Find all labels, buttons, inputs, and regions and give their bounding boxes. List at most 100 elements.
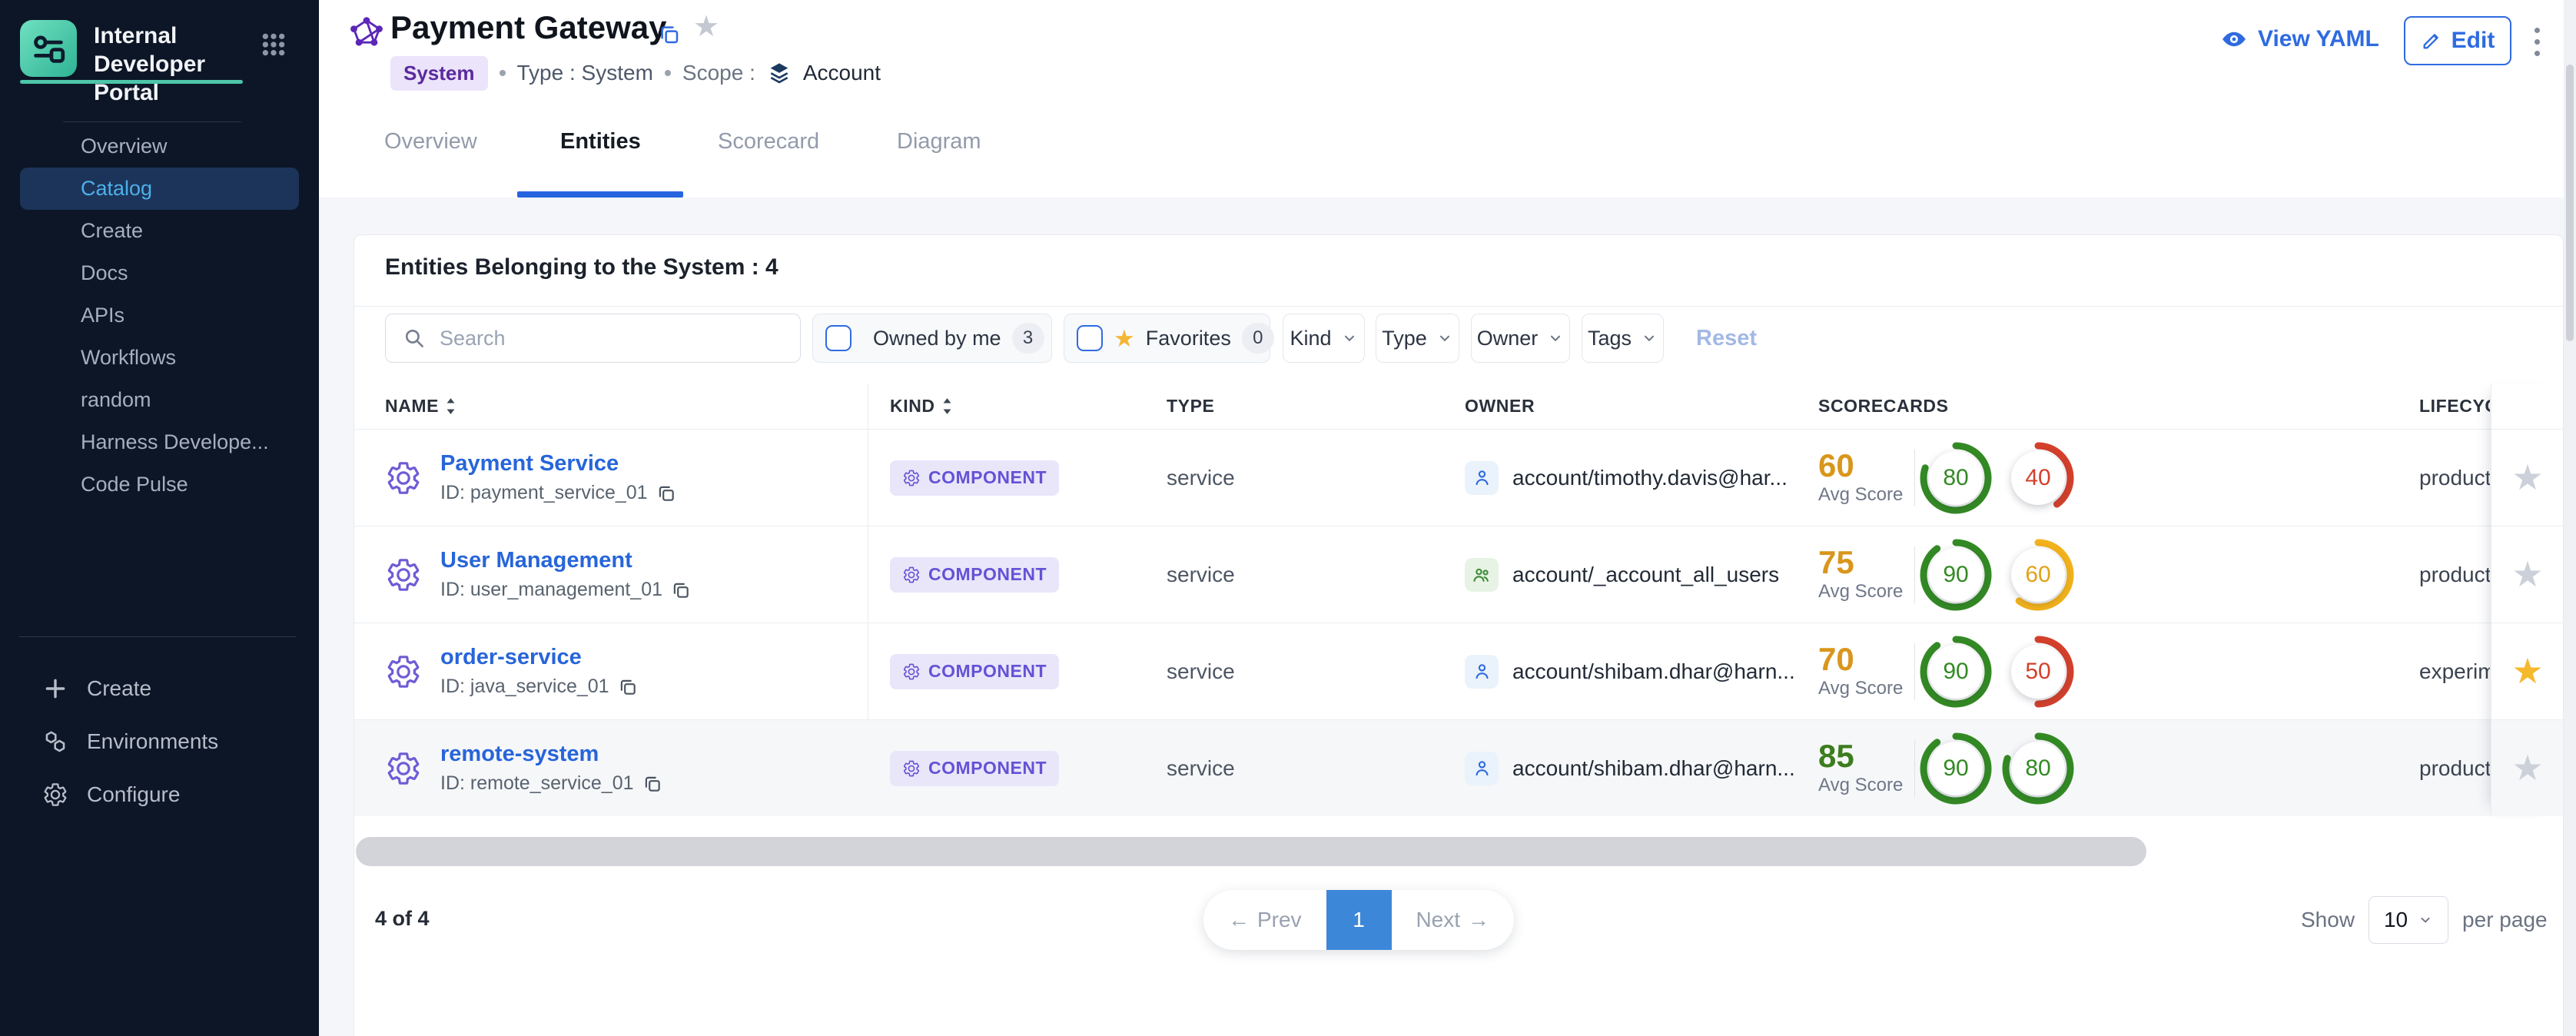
sidebar-item-create-entity[interactable]: Create [0,662,319,715]
sidebar-item-catalog[interactable]: Catalog [20,168,299,210]
component-badge: COMPONENT [890,557,1059,593]
copy-id-icon[interactable] [656,483,676,503]
entity-id: ID: user_management_01 [440,579,662,601]
owner-dropdown[interactable]: Owner [1471,314,1570,363]
favorites-checkbox[interactable] [1077,325,1103,351]
copy-id-icon[interactable] [671,580,691,600]
row-favorite-star-icon[interactable]: ★ [2491,556,2564,592]
next-page-button[interactable]: Next → [1392,890,1515,950]
sidebar-item-environments[interactable]: Environments [0,715,319,768]
type-dropdown[interactable]: Type [1376,314,1459,363]
entity-name-link[interactable]: order-service [440,645,638,670]
column-header-kind[interactable]: KIND [890,384,952,429]
dot-separator [500,70,506,76]
row-favorite-star-icon[interactable]: ★ [2491,653,2564,689]
horizontal-scrollbar[interactable] [356,837,2146,866]
sidebar-item-workflows[interactable]: Workflows [0,337,319,379]
scorecard-ring: 90 [1918,731,1993,806]
owned-by-me-checkbox[interactable] [825,325,851,351]
gear-icon [902,469,921,487]
chevron-down-icon [1547,330,1564,347]
tab-overview[interactable]: Overview [384,129,477,154]
dropdown-label: Owner [1477,327,1539,350]
chevron-down-icon [1436,330,1453,347]
scorecard-ring: 50 [2000,634,2076,709]
app-logo-icon[interactable] [20,20,77,77]
table-row[interactable]: remote-system ID: remote_service_01 COMP… [354,719,2563,816]
view-yaml-button[interactable]: View YAML [2221,26,2379,52]
entity-name-link[interactable]: remote-system [440,742,662,767]
lifecycle-cell: production [2419,526,2490,623]
sidebar-item-label: Catalog [81,177,152,201]
prev-page-button[interactable]: ← Prev [1203,890,1326,950]
column-header-scorecards: SCORECARDS [1818,384,1949,429]
row-favorite-star-icon[interactable]: ★ [2491,460,2564,495]
table-row[interactable]: order-service ID: java_service_01 COMPON… [354,623,2563,719]
chevron-down-icon [1341,330,1358,347]
entity-meta: System Type : System Scope : Account [390,55,881,91]
entity-name-link[interactable]: Payment Service [440,451,676,476]
entity-name-link[interactable]: User Management [440,548,691,573]
sort-icon[interactable] [446,398,456,414]
tab-scorecard[interactable]: Scorecard [718,129,819,154]
sidebar-item-overview[interactable]: Overview [0,125,319,168]
lifecycle-cell: experimental [2419,623,2490,719]
results-summary: 4 of 4 [375,907,430,931]
row-favorite-star-icon[interactable]: ★ [2491,750,2564,785]
owned-by-me-filter[interactable]: Owned by me 3 [812,314,1052,363]
dot-separator [665,70,671,76]
vertical-scrollbar-thumb[interactable] [2566,65,2574,341]
column-header-lifecycle: LIFECYCLE [2419,384,2490,429]
apps-grid-icon[interactable] [261,32,286,57]
kind-cell: COMPONENT [890,720,1059,816]
avg-score-cell: 85 Avg Score [1818,720,1903,816]
component-badge: COMPONENT [890,460,1059,496]
lifecycle-cell: production [2419,430,2490,526]
component-gear-icon [385,653,422,690]
column-header-name[interactable]: NAME [385,384,456,429]
favorite-entity-star-icon[interactable]: ★ [693,12,719,42]
eye-icon [2221,26,2247,52]
page-size-select[interactable]: 10 [2369,896,2448,944]
tab-diagram[interactable]: Diagram [897,129,981,154]
score-divider [1914,740,1915,797]
page-number-button[interactable]: 1 [1326,890,1392,950]
sidebar-item-create[interactable]: Create [0,210,319,252]
active-tab-indicator [517,191,683,198]
sidebar-item-harness-developer[interactable]: Harness Develope... [0,421,319,463]
dropdown-label: Type [1382,327,1427,350]
name-cell: remote-system ID: remote_service_01 [385,720,662,816]
table-row[interactable]: User Management ID: user_management_01 C… [354,526,2563,623]
favorites-filter[interactable]: ★ Favorites 0 [1064,314,1270,363]
copy-id-icon[interactable] [618,677,638,697]
tags-dropdown[interactable]: Tags [1582,314,1664,363]
sidebar-item-label: Workflows [81,346,176,370]
sidebar-item-random[interactable]: random [0,379,319,421]
scorecard-ring: 80 [2000,731,2076,806]
search-input[interactable] [438,314,800,362]
table-row[interactable]: Payment Service ID: payment_service_01 C… [354,429,2563,526]
sidebar-item-configure[interactable]: Configure [0,768,319,821]
group-icon [1465,558,1499,592]
component-gear-icon [385,460,422,496]
entity-id: ID: payment_service_01 [440,482,648,504]
tab-entities[interactable]: Entities [560,129,641,154]
more-options-kebab-icon[interactable] [2531,25,2543,59]
sidebar-item-docs[interactable]: Docs [0,252,319,294]
reset-filters-button[interactable]: Reset [1696,314,1757,363]
copy-title-icon[interactable] [658,23,681,46]
scorecard-ring: 80 [1918,440,1993,516]
table-header-row: NAME KIND TYPE OWNER SCORECARDS LIFECYCL… [354,384,2563,429]
sidebar-accent-divider [20,80,243,84]
search-icon [403,327,426,350]
sort-icon[interactable] [942,398,952,414]
show-label: Show [2301,908,2355,932]
kind-dropdown[interactable]: Kind [1283,314,1365,363]
copy-id-icon[interactable] [642,774,662,794]
edit-button[interactable]: Edit [2404,16,2511,65]
sidebar-item-apis[interactable]: APIs [0,294,319,337]
sidebar-item-code-pulse[interactable]: Code Pulse [0,463,319,506]
vertical-scrollbar-track [2564,0,2576,1036]
edit-label: Edit [2452,28,2495,54]
lifecycle-cell: production [2419,720,2490,816]
